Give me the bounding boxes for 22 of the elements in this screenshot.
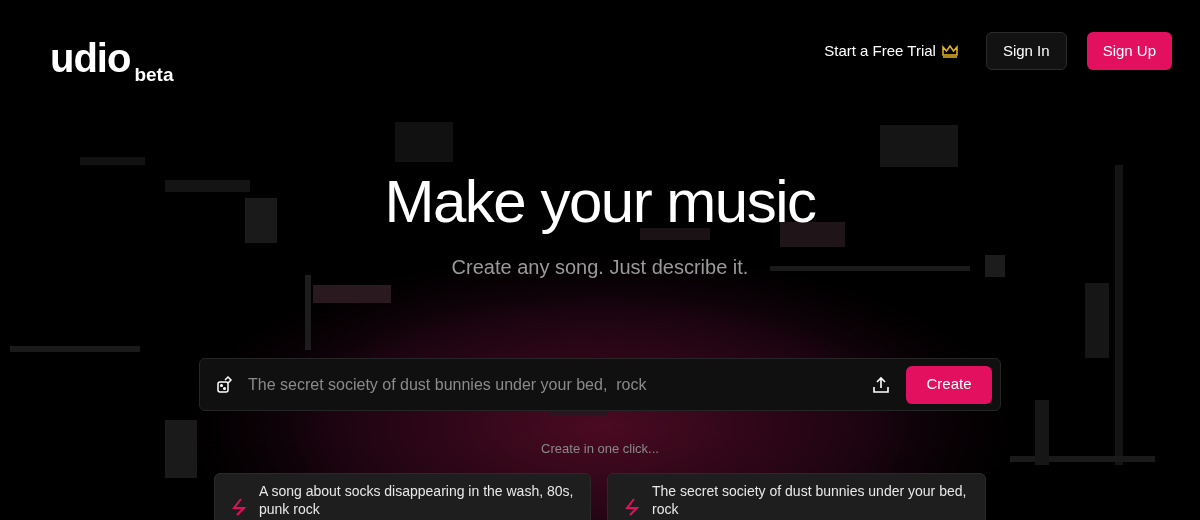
logo[interactable]: udio: [50, 38, 131, 78]
lightning-icon: [231, 497, 247, 516]
suggestion-card[interactable]: The secret society of dust bunnies under your bed, rock: [607, 472, 986, 520]
decor-block: [165, 420, 197, 478]
crown-icon: [941, 44, 958, 58]
suggestion-text: A song about socks disappearing in the wash, 80s, punk rock: [259, 481, 574, 518]
decor-block: [245, 198, 277, 243]
decor-block: [985, 255, 1005, 277]
create-button[interactable]: Create: [906, 365, 992, 404]
lightning-icon: [624, 497, 640, 516]
suggestion-card[interactable]: A song about socks disappearing in the wash, 80s, punk rock: [214, 472, 591, 520]
quick-create-label: Create in one click...: [541, 440, 659, 458]
upload-icon[interactable]: [872, 375, 890, 394]
hero-subtitle: Create any song. Just describe it.: [451, 255, 749, 280]
suggestion-text: The secret society of dust bunnies under your bed, rock: [652, 481, 968, 518]
sign-in-button[interactable]: Sign In: [985, 32, 1067, 70]
decor-block: [780, 222, 845, 247]
beta-label: beta: [134, 65, 174, 84]
sign-up-button[interactable]: Sign Up: [1086, 32, 1172, 70]
hero-title: Make your music: [384, 172, 816, 232]
prompt-field[interactable]: The secret society of dust bunnies under your bed, rock Create: [199, 358, 1001, 411]
free-trial-link[interactable]: Start a Free Trial: [824, 39, 958, 63]
